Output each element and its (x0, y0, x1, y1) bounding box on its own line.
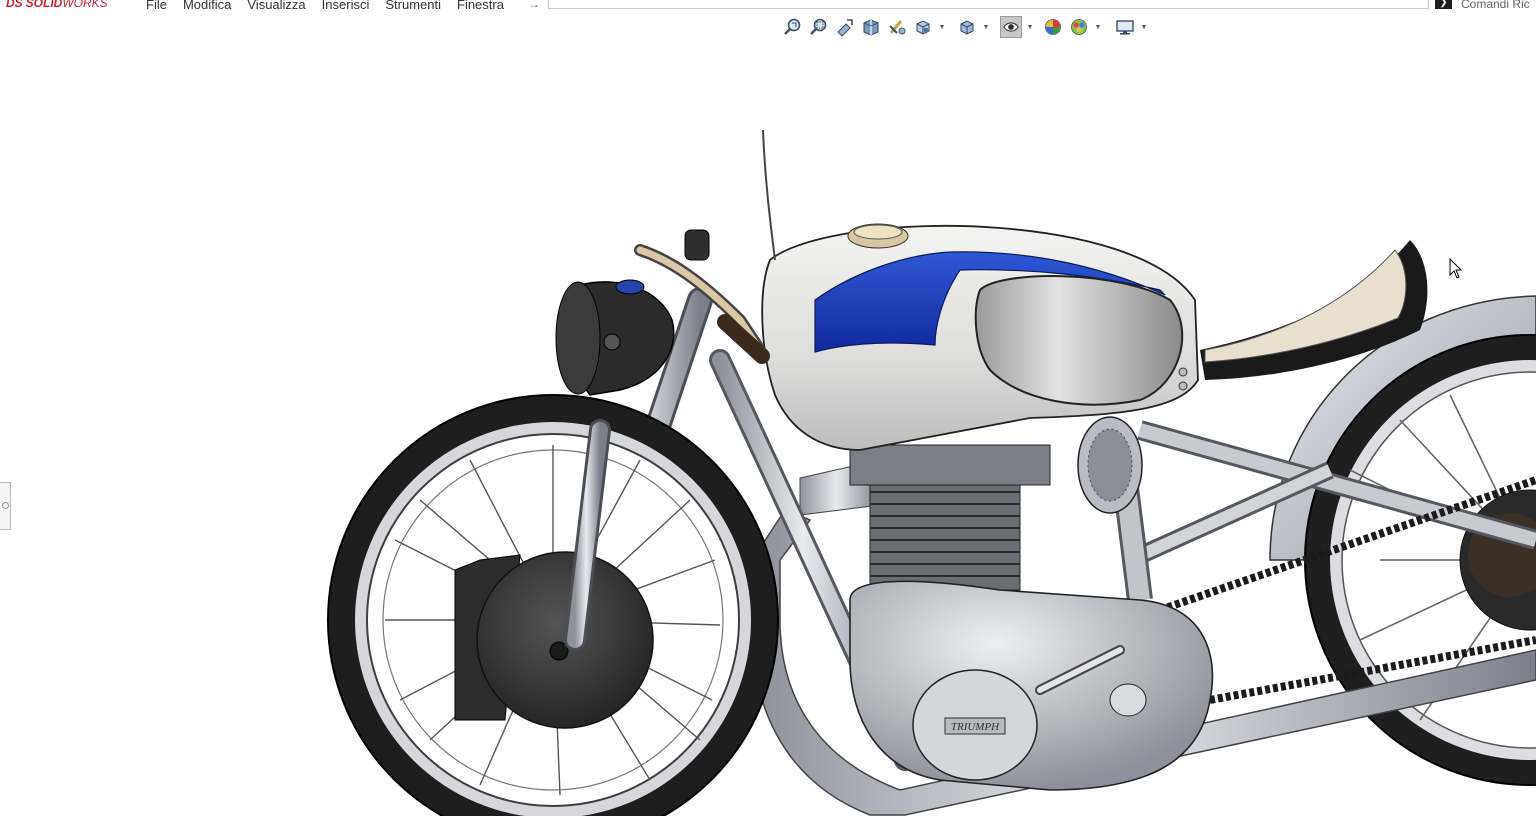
svg-text:TRIUMPH: TRIUMPH (951, 721, 1000, 733)
previous-view-icon[interactable] (834, 16, 856, 38)
apply-scene-dropdown-icon[interactable]: ▼ (1094, 16, 1102, 38)
logo-text-works: WORKS (62, 0, 108, 10)
edit-appearance-icon[interactable] (1042, 16, 1064, 38)
dynamic-annotation-icon[interactable] (886, 16, 908, 38)
graphics-area[interactable]: TRIUMPH (0, 40, 1536, 816)
display-style-dropdown-icon[interactable]: ▼ (982, 16, 990, 38)
menu-inserisci[interactable]: Inserisci (322, 0, 370, 11)
menu-bar: File Modifica Visualizza Inserisci Strum… (146, 0, 520, 11)
view-settings-icon[interactable] (1114, 16, 1136, 38)
title-bar: DS SOLID WORKS File Modifica Visualizza … (0, 0, 1536, 11)
zoom-to-area-icon[interactable] (808, 16, 830, 38)
pin-menu-icon[interactable]: → (528, 0, 540, 11)
menu-file[interactable]: File (146, 0, 167, 11)
hide-show-dropdown-icon[interactable]: ▼ (1026, 16, 1034, 38)
menu-strumenti[interactable]: Strumenti (385, 0, 441, 11)
mouse-pointer-icon (1449, 257, 1463, 285)
apply-scene-icon[interactable] (1068, 16, 1090, 38)
section-view-icon[interactable] (860, 16, 882, 38)
solidworks-logo[interactable]: DS SOLID WORKS (6, 0, 108, 10)
hide-show-items-icon[interactable] (1000, 16, 1022, 38)
view-orientation-icon[interactable] (912, 16, 934, 38)
command-search-icon[interactable]: ❯ (1435, 0, 1452, 9)
motorcycle-model[interactable]: TRIUMPH (327, 129, 1536, 816)
menu-finestra[interactable]: Finestra (457, 0, 504, 11)
view-settings-dropdown-icon[interactable]: ▼ (1140, 16, 1148, 38)
logo-text-solid: SOLID (25, 0, 63, 10)
command-search-input[interactable]: Comandi Ric (1461, 0, 1530, 11)
heads-up-view-toolbar: ▼ ▼ ▼ ▼ ▼ (782, 14, 1148, 40)
zoom-to-fit-icon[interactable] (782, 16, 804, 38)
title-search-area[interactable] (548, 0, 1429, 9)
display-style-icon[interactable] (956, 16, 978, 38)
menu-visualizza[interactable]: Visualizza (247, 0, 305, 11)
view-orientation-dropdown-icon[interactable]: ▼ (938, 16, 946, 38)
ds-logo-mark: DS (6, 0, 23, 10)
menu-modifica[interactable]: Modifica (183, 0, 231, 11)
